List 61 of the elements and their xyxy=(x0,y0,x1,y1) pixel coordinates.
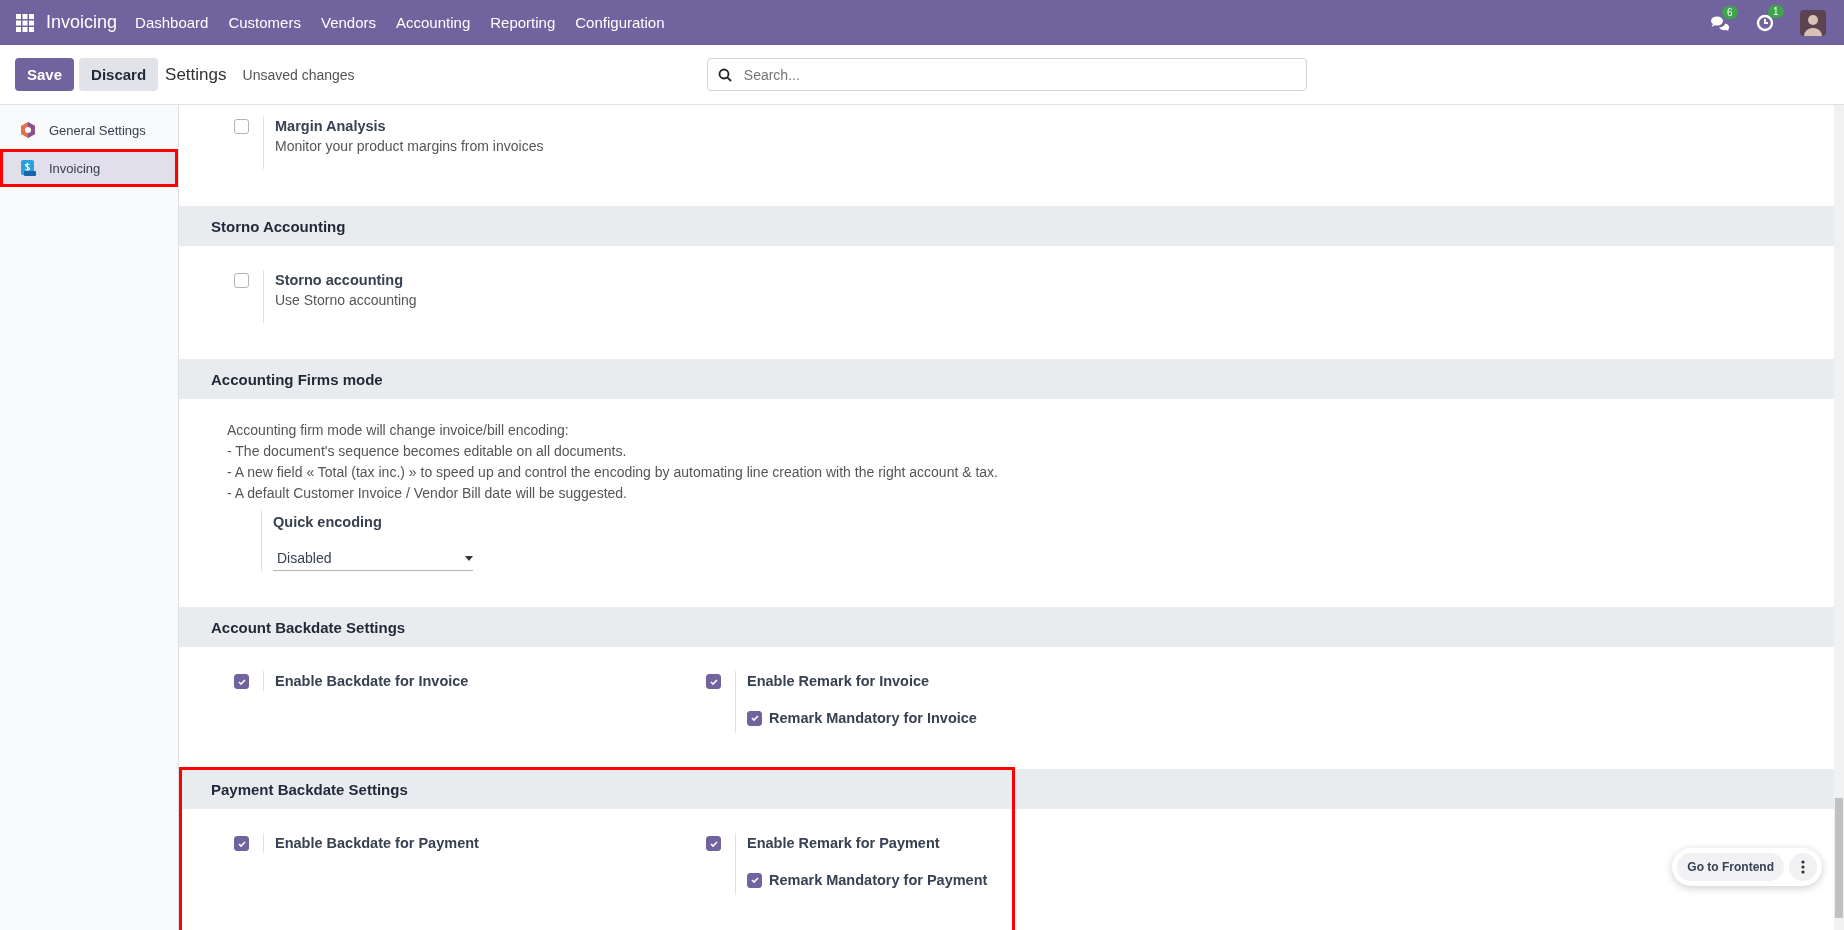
setting-label: Enable Remark for Invoice xyxy=(747,672,931,691)
app-name[interactable]: Invoicing xyxy=(46,12,118,33)
select-field[interactable]: Disabled xyxy=(273,550,473,571)
menu-item[interactable]: Dashboard xyxy=(125,14,219,31)
clock-icon[interactable] xyxy=(1756,13,1774,32)
checkbox[interactable] xyxy=(706,674,721,689)
checkbox[interactable] xyxy=(234,674,249,689)
menu-item[interactable]: Configuration xyxy=(565,14,675,31)
search-field[interactable]: Search... xyxy=(706,58,1307,91)
checkmark-icon xyxy=(749,875,760,885)
more-options-button[interactable] xyxy=(1789,853,1817,881)
go-to-frontend-button[interactable]: Go to Frontend xyxy=(1677,853,1784,881)
section-header: Storno Accounting xyxy=(179,206,1834,246)
menu-item[interactable]: Reporting xyxy=(480,14,566,31)
notification-badge: 6 xyxy=(1722,5,1738,19)
app-grid-icon[interactable] xyxy=(16,13,34,32)
setting-label: Enable Backdate for Invoice xyxy=(275,672,469,691)
setting-description: Monitor your product margins from invoices xyxy=(275,138,544,154)
checkbox[interactable] xyxy=(706,836,721,851)
setting-description: Use Storno accounting xyxy=(275,292,417,308)
checkbox[interactable] xyxy=(234,119,249,134)
avatar-icon[interactable] xyxy=(1800,9,1826,36)
menu-item[interactable]: Customers xyxy=(218,14,311,31)
section-header: Accounting Firms mode xyxy=(179,359,1834,399)
breadcrumb-title: Settings xyxy=(165,64,227,85)
scrollbar[interactable] xyxy=(1834,105,1844,930)
checkmark-icon xyxy=(236,676,247,687)
hexagon-logo-icon xyxy=(19,121,37,139)
menu-item[interactable]: Accounting xyxy=(386,14,481,31)
action-button[interactable]: Save xyxy=(15,58,75,91)
checkmark-icon xyxy=(236,838,247,849)
checkbox[interactable] xyxy=(234,273,249,288)
setting-label: Remark Mandatory for Payment xyxy=(769,871,988,890)
kebab-menu-icon xyxy=(1801,860,1805,874)
sidebar-item[interactable]: Invoicing xyxy=(0,149,178,187)
checkbox[interactable] xyxy=(234,836,249,851)
section-header: Payment Backdate Settings xyxy=(179,769,1834,809)
description-text: - A default Customer Invoice / Vendor Bill date will be suggested. xyxy=(227,484,628,503)
setting-label: Enable Backdate for Payment xyxy=(275,834,479,853)
checkmark-icon xyxy=(749,713,760,723)
menu-item[interactable]: Vendors xyxy=(310,14,386,31)
description-text: - A new field « Total (tax inc.) » to speed up and control the encoding by automating line creation with the right account & tax. xyxy=(227,463,999,482)
setting-label: Remark Mandatory for Invoice xyxy=(769,709,977,728)
description-text: Accounting firm mode will change invoice/bill encoding: xyxy=(227,421,570,440)
setting-label: Margin Analysis xyxy=(275,117,387,136)
section-header: Account Backdate Settings xyxy=(179,607,1834,647)
dollar-document-icon xyxy=(19,159,37,177)
checkbox[interactable] xyxy=(747,872,762,888)
checkbox[interactable] xyxy=(747,710,762,726)
setting-label: Storno accounting xyxy=(275,271,405,290)
setting-label: Enable Remark for Payment xyxy=(747,834,941,853)
checkmark-icon xyxy=(708,676,719,687)
description-text: - The document's sequence becomes editable on all documents. xyxy=(227,442,628,461)
checkmark-icon xyxy=(708,838,719,849)
sidebar-item[interactable]: General Settings xyxy=(0,111,178,149)
status-text: Unsaved changes xyxy=(242,66,355,83)
setting-label: Quick encoding xyxy=(273,513,383,532)
action-button[interactable]: Discard xyxy=(79,58,159,91)
caret-icon xyxy=(465,555,473,561)
chat-icon[interactable] xyxy=(1710,14,1730,31)
notification-badge: 1 xyxy=(1768,4,1784,18)
